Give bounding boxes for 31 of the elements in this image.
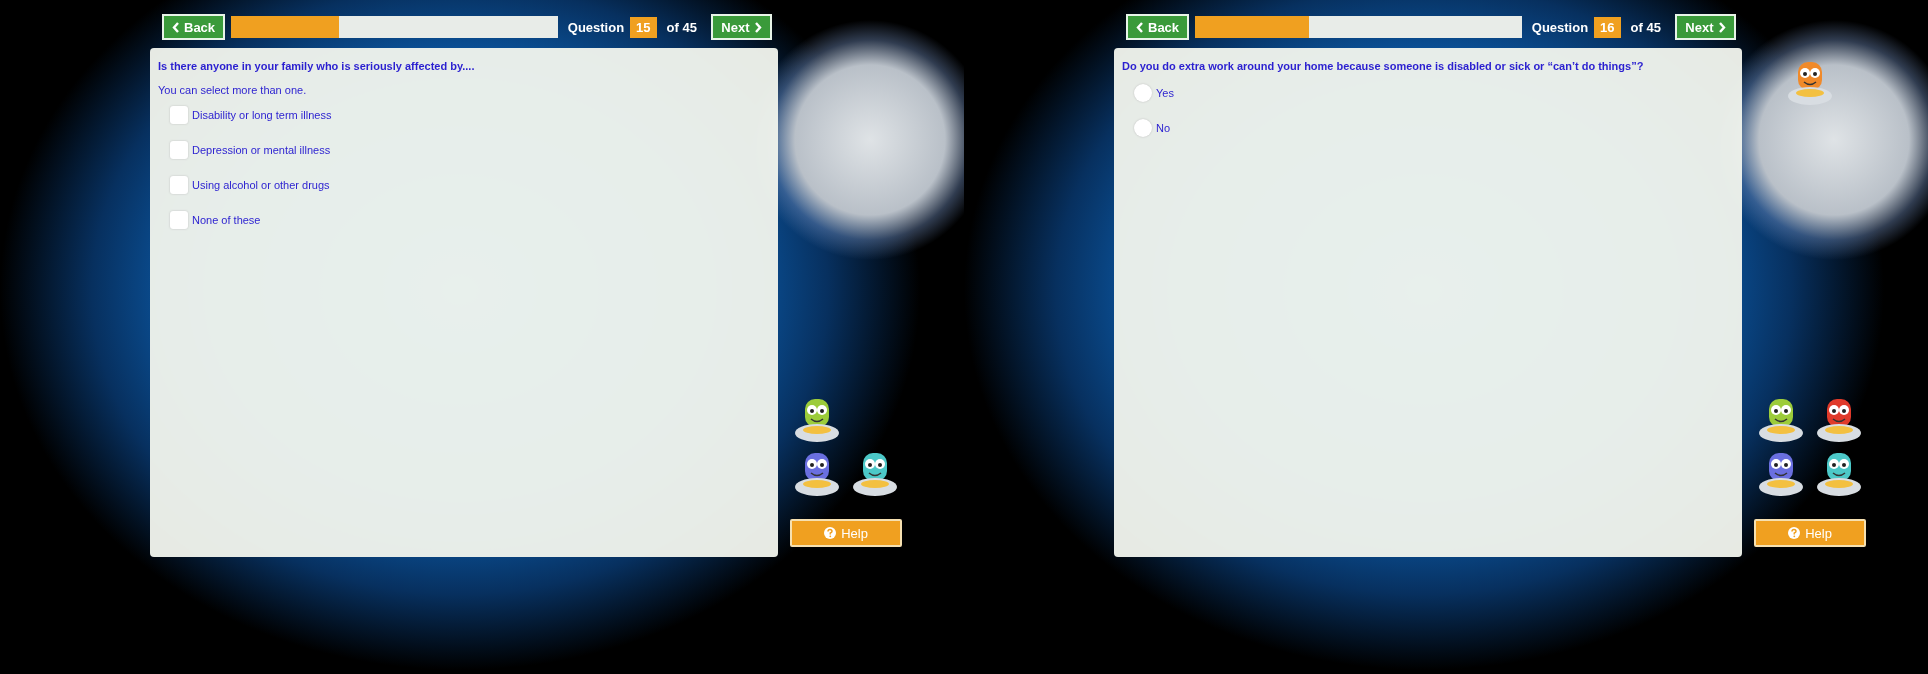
checkbox[interactable] [170, 176, 188, 194]
checkbox[interactable] [170, 211, 188, 229]
option-label[interactable]: No [1156, 122, 1171, 134]
question-mark-icon [824, 527, 837, 539]
radio-button[interactable] [1134, 119, 1152, 137]
question-mark-icon [1788, 527, 1801, 539]
chevron-left-icon [1136, 21, 1143, 33]
option-label[interactable]: Disability or long term illness [192, 109, 332, 121]
question-label: Question [1531, 19, 1589, 35]
next-button[interactable]: Next [710, 14, 772, 40]
option-label[interactable]: Yes [1156, 87, 1174, 99]
radio-button[interactable] [1134, 84, 1152, 102]
question-total: of 45 [1630, 19, 1661, 35]
checkbox[interactable] [170, 106, 188, 124]
question-label: Question [567, 19, 625, 35]
chevron-right-icon [754, 21, 762, 33]
question-number: 16 [1594, 16, 1621, 38]
instruction-text: You can select more than one. [158, 84, 308, 96]
question-total: of 45 [666, 19, 697, 35]
next-button[interactable]: Next [1674, 14, 1736, 40]
question-number: 15 [630, 16, 657, 38]
option-label[interactable]: None of these [192, 214, 261, 226]
option-label[interactable]: Using alcohol or other drugs [192, 179, 330, 191]
question-text: Do you do extra work around your home because someone is disabled or sick or “can’t do things”? [1122, 60, 1645, 72]
chevron-right-icon [1718, 21, 1726, 33]
back-button[interactable]: Back [1126, 14, 1190, 40]
checkbox[interactable] [170, 141, 188, 159]
chevron-left-icon [172, 21, 179, 33]
question-text: Is there anyone in your family who is seriously affected by.... [158, 60, 476, 72]
option-label[interactable]: Depression or mental illness [192, 144, 331, 156]
back-button[interactable]: Back [162, 14, 226, 40]
